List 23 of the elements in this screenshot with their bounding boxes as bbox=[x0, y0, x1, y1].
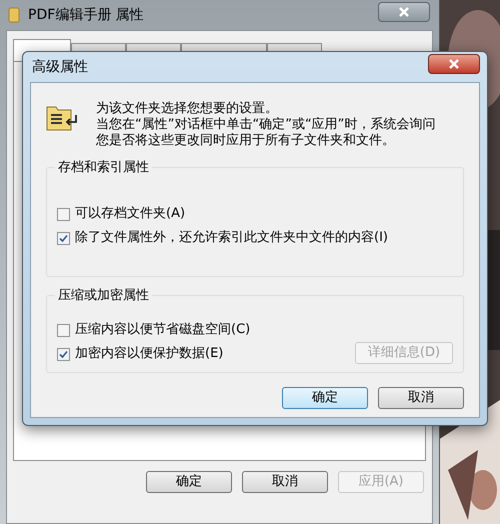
dialog-button[interactable]: 确定 bbox=[146, 471, 232, 493]
dialog-button[interactable]: 取消 bbox=[378, 387, 464, 409]
checkbox-label: 压缩内容以便节省磁盘空间(C) bbox=[75, 321, 250, 340]
checkbox-label: 除了文件属性外，还允许索引此文件夹中文件的内容(I) bbox=[75, 229, 388, 248]
window-title: PDF编辑手册 属性 bbox=[28, 6, 144, 24]
folder-icon bbox=[8, 7, 20, 23]
close-icon bbox=[449, 59, 459, 69]
checkmark-icon bbox=[59, 350, 68, 358]
dialog-title: 高级属性 bbox=[31, 58, 88, 76]
dialog-button[interactable]: 取消 bbox=[242, 471, 328, 493]
close-icon bbox=[399, 7, 409, 17]
checkbox[interactable] bbox=[57, 348, 70, 360]
checkbox[interactable] bbox=[57, 208, 70, 220]
checkbox-label: 可以存档文件夹(A) bbox=[75, 205, 186, 224]
checkbox[interactable] bbox=[57, 232, 70, 244]
dialog-button[interactable]: 确定 bbox=[282, 387, 368, 409]
close-button[interactable] bbox=[378, 2, 430, 22]
checkbox-label: 加密内容以便保护数据(E) bbox=[75, 345, 224, 364]
close-button[interactable] bbox=[428, 54, 480, 74]
checkbox[interactable] bbox=[57, 324, 70, 336]
intro-text: 为该文件夹选择您想要的设置。 bbox=[96, 101, 279, 117]
description-text: 当您在“属性”对话框中单击“确定”或“应用”时，系统会询问您是否将这些更改同时应用于所有子文件夹和文件。 bbox=[96, 117, 436, 149]
checkmark-icon bbox=[59, 234, 68, 242]
